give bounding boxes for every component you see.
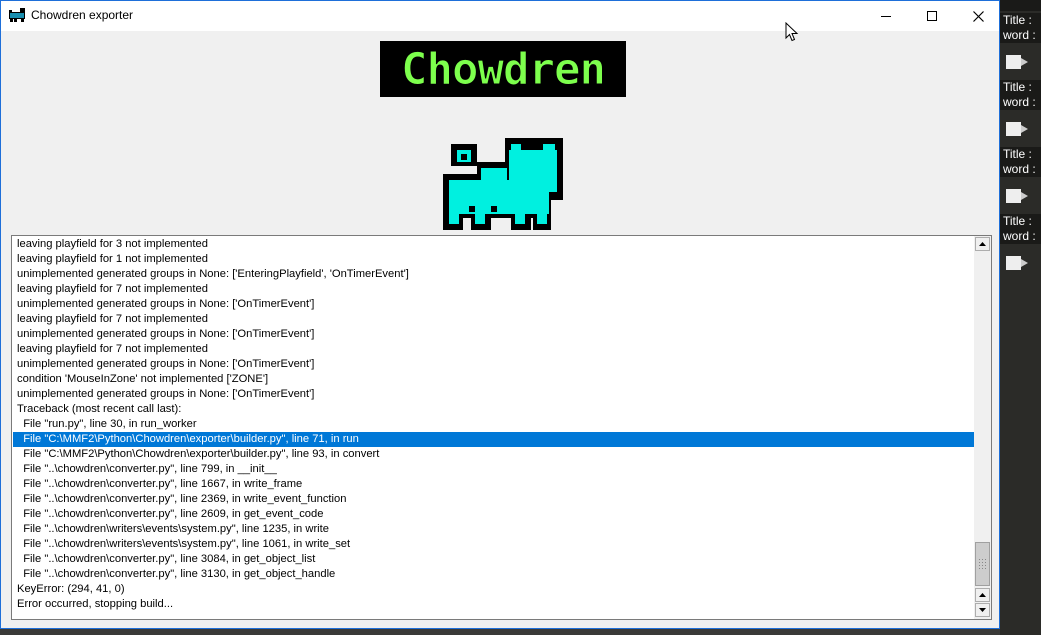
cat-mascot-icon bbox=[443, 138, 563, 230]
log-line[interactable]: condition 'MouseInZone' not implemented … bbox=[13, 372, 975, 387]
log-line[interactable]: Traceback (most recent call last): bbox=[13, 402, 975, 417]
log-line[interactable]: unimplemented generated groups in None: … bbox=[13, 357, 975, 372]
log-scrollbar[interactable] bbox=[974, 236, 991, 619]
log-line[interactable]: File "..\chowdren\converter.py", line 79… bbox=[13, 462, 975, 477]
chevron-up-icon bbox=[979, 242, 986, 246]
chevron-down-icon bbox=[979, 608, 986, 612]
side-item[interactable]: Title : word : bbox=[1000, 147, 1041, 203]
scroll-thumb[interactable] bbox=[975, 542, 990, 586]
minimize-button[interactable] bbox=[863, 1, 909, 31]
side-item[interactable]: Title : word : bbox=[1000, 13, 1041, 69]
side-item[interactable]: Title : word : bbox=[1000, 80, 1041, 136]
media-thumbnail-icon bbox=[1006, 256, 1028, 270]
scroll-up-button[interactable] bbox=[975, 237, 990, 251]
log-line[interactable]: File "..\chowdren\converter.py", line 26… bbox=[13, 507, 975, 522]
chevron-up-icon bbox=[979, 593, 986, 597]
build-log[interactable]: leaving playfield for 3 not implemented l… bbox=[11, 235, 992, 620]
log-line[interactable]: leaving playfield for 7 not implemented bbox=[13, 342, 975, 357]
log-line[interactable]: leaving playfield for 3 not implemented bbox=[13, 237, 975, 252]
close-button[interactable] bbox=[955, 1, 1001, 31]
side-title-label: Title : bbox=[1000, 147, 1041, 162]
maximize-button[interactable] bbox=[909, 1, 955, 31]
chowdren-cat-icon bbox=[9, 8, 25, 22]
log-line[interactable]: File "..\chowdren\converter.py", line 16… bbox=[13, 477, 975, 492]
log-line[interactable]: unimplemented generated groups in None: … bbox=[13, 267, 975, 282]
log-line[interactable]: unimplemented generated groups in None: … bbox=[13, 327, 975, 342]
log-line[interactable]: File "..\chowdren\writers\events\system.… bbox=[13, 522, 975, 537]
scroll-down-button[interactable] bbox=[975, 603, 990, 617]
close-icon bbox=[972, 10, 984, 22]
side-item[interactable]: Title : word : bbox=[1000, 214, 1041, 270]
log-line[interactable]: File "..\chowdren\writers\events\system.… bbox=[13, 537, 975, 552]
exporter-window: Chowdren exporter Chowdren leaving playf… bbox=[0, 0, 1000, 629]
side-title-label: Title : bbox=[1000, 214, 1041, 229]
minimize-icon bbox=[881, 16, 891, 17]
window-title: Chowdren exporter bbox=[31, 8, 134, 22]
log-line[interactable]: KeyError: (294, 41, 0) bbox=[13, 582, 975, 597]
media-thumbnail-icon bbox=[1006, 122, 1028, 136]
log-line[interactable]: File "run.py", line 30, in run_worker bbox=[13, 417, 975, 432]
log-line[interactable]: File "C:\MMF2\Python\Chowdren\exporter\b… bbox=[13, 432, 975, 447]
title-bar[interactable]: Chowdren exporter bbox=[1, 1, 999, 31]
maximize-icon bbox=[927, 11, 937, 21]
log-line[interactable]: File "C:\MMF2\Python\Chowdren\exporter\b… bbox=[13, 447, 975, 462]
side-title-label: Title : bbox=[1000, 13, 1041, 28]
logo-area: Chowdren bbox=[1, 31, 999, 233]
side-word-label: word : bbox=[1000, 28, 1041, 43]
log-line[interactable]: File "..\chowdren\converter.py", line 31… bbox=[13, 567, 975, 582]
log-line[interactable]: unimplemented generated groups in None: … bbox=[13, 387, 975, 402]
log-line[interactable]: leaving playfield for 7 not implemented bbox=[13, 312, 975, 327]
mouse-cursor-icon bbox=[785, 22, 799, 42]
media-thumbnail-icon bbox=[1006, 189, 1028, 203]
media-thumbnail-icon bbox=[1006, 55, 1028, 69]
chowdren-logo: Chowdren bbox=[380, 41, 626, 97]
log-line[interactable]: leaving playfield for 1 not implemented bbox=[13, 252, 975, 267]
log-line[interactable]: File "..\chowdren\converter.py", line 30… bbox=[13, 552, 975, 567]
log-line[interactable]: Error occurred, stopping build... bbox=[13, 597, 975, 612]
log-lines: leaving playfield for 3 not implemented l… bbox=[13, 237, 975, 612]
taskbar-edge bbox=[0, 629, 1000, 635]
log-line[interactable]: unimplemented generated groups in None: … bbox=[13, 297, 975, 312]
side-title-label: Title : bbox=[1000, 80, 1041, 95]
side-panel-top bbox=[1000, 0, 1041, 11]
log-line[interactable]: leaving playfield for 7 not implemented bbox=[13, 282, 975, 297]
side-word-label: word : bbox=[1000, 162, 1041, 177]
side-word-label: word : bbox=[1000, 229, 1041, 244]
chowdren-logo-text: Chowdren bbox=[401, 44, 605, 95]
scroll-up-small-button[interactable] bbox=[975, 588, 990, 602]
grip-icon bbox=[979, 559, 986, 569]
side-word-label: word : bbox=[1000, 95, 1041, 110]
log-line[interactable]: File "..\chowdren\converter.py", line 23… bbox=[13, 492, 975, 507]
background-app-panel: Title : word : Title : word : Title : wo… bbox=[1000, 0, 1041, 635]
